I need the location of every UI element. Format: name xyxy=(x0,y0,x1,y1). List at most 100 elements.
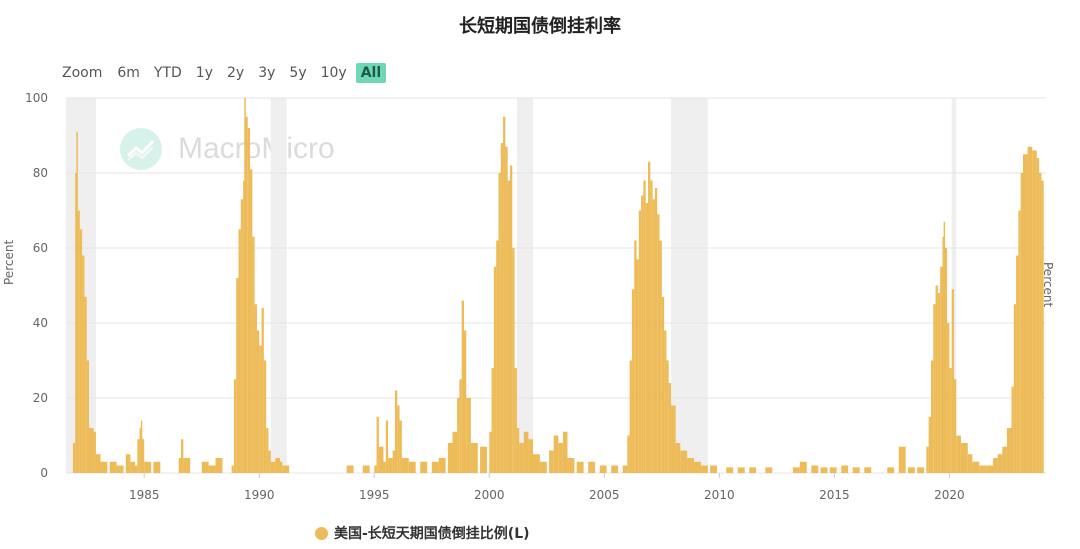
data-bar xyxy=(231,465,234,473)
data-bar xyxy=(631,289,635,473)
data-bar xyxy=(480,446,487,473)
data-bar xyxy=(72,443,76,473)
data-bar xyxy=(1020,173,1023,473)
data-bar xyxy=(935,285,938,473)
data-bar xyxy=(385,420,389,473)
data-bar xyxy=(967,454,973,473)
data-bar xyxy=(799,461,807,473)
data-bar xyxy=(408,461,416,473)
data-bar xyxy=(378,446,384,473)
data-bar xyxy=(611,465,619,473)
data-bar xyxy=(250,169,253,473)
data-bar xyxy=(86,360,90,473)
data-bar xyxy=(79,229,83,473)
data-bar xyxy=(907,467,915,473)
y-tick-label: 80 xyxy=(33,166,48,180)
data-bar xyxy=(261,308,264,473)
data-bar xyxy=(661,296,665,473)
data-bar xyxy=(401,458,409,473)
data-bar xyxy=(1027,146,1033,473)
data-bar xyxy=(77,210,80,473)
data-bar xyxy=(238,229,241,473)
data-bar xyxy=(491,368,494,473)
data-bar xyxy=(498,173,501,473)
data-bar xyxy=(553,435,559,473)
data-bar xyxy=(496,240,499,473)
data-bar xyxy=(514,368,517,473)
data-bar xyxy=(792,467,800,473)
data-bar xyxy=(917,467,925,473)
data-bar xyxy=(245,116,248,473)
data-bar xyxy=(503,116,506,473)
data-bar xyxy=(898,446,906,473)
data-bar xyxy=(940,266,943,473)
data-bar xyxy=(645,203,649,473)
data-bar xyxy=(141,439,145,473)
data-bar xyxy=(493,266,497,473)
data-bar xyxy=(997,454,1003,473)
data-bar xyxy=(986,465,994,473)
data-bar xyxy=(710,465,718,473)
x-tick-label: 2005 xyxy=(589,488,620,502)
data-bar xyxy=(523,431,529,473)
data-bar xyxy=(84,296,87,473)
gridlines xyxy=(66,97,1046,474)
data-bar xyxy=(811,465,819,473)
data-bar xyxy=(972,461,980,473)
data-bar xyxy=(183,458,191,473)
data-bar xyxy=(629,360,632,473)
data-bar xyxy=(252,236,255,473)
data-bar xyxy=(949,368,952,473)
data-bar xyxy=(664,330,667,473)
data-bar xyxy=(509,165,513,473)
data-bar xyxy=(125,454,131,473)
data-bar xyxy=(671,405,676,473)
recession-band-2 xyxy=(516,98,533,473)
data-bar xyxy=(926,446,929,473)
data-bar xyxy=(694,461,701,473)
data-bar xyxy=(648,161,651,473)
data-bar xyxy=(420,461,428,473)
data-bar xyxy=(634,240,637,473)
data-bar xyxy=(659,240,662,473)
data-bar xyxy=(505,146,508,473)
data-bar xyxy=(256,330,260,473)
x-tick-label: 1995 xyxy=(359,488,390,502)
data-bar xyxy=(181,439,184,473)
data-bar xyxy=(466,398,471,473)
data-bar xyxy=(109,461,117,473)
data-bar xyxy=(89,428,94,473)
data-bar xyxy=(457,398,460,473)
data-bar xyxy=(247,128,251,473)
data-bar xyxy=(820,467,828,473)
data-bar xyxy=(1041,180,1044,473)
data-bar xyxy=(643,180,646,473)
data-bar xyxy=(268,450,271,473)
data-bar xyxy=(636,259,639,473)
legend-series-label: 美国-长短天期国债倒挂比例(L) xyxy=(334,526,530,542)
y-tick-label: 40 xyxy=(33,316,48,330)
data-bar xyxy=(392,450,395,473)
data-bar xyxy=(82,255,85,473)
data-bar xyxy=(259,345,262,473)
series-bars xyxy=(72,98,1044,473)
data-bar xyxy=(1006,428,1012,473)
data-bar xyxy=(567,458,575,473)
data-bar xyxy=(765,467,773,473)
data-bar xyxy=(362,465,370,473)
data-bar xyxy=(233,379,237,473)
data-bar xyxy=(263,360,267,473)
legend[interactable]: 美国-长短天期国债倒挂比例(L) xyxy=(315,523,530,543)
data-bar xyxy=(599,465,607,473)
data-bar xyxy=(654,188,658,473)
plot-area: 0 20 40 60 80 100 1985 1990 1995 2000 2005 2010 2015… xyxy=(25,91,1046,502)
legend-series-marker xyxy=(315,526,328,540)
recession-band-1 xyxy=(270,98,287,473)
data-bar xyxy=(279,461,283,473)
y-tick-label: 0 xyxy=(40,466,48,480)
data-bar xyxy=(539,461,547,473)
data-bar xyxy=(993,458,998,473)
x-tick-label: 2020 xyxy=(934,488,965,502)
data-bar xyxy=(928,416,931,473)
data-bar xyxy=(208,465,216,473)
